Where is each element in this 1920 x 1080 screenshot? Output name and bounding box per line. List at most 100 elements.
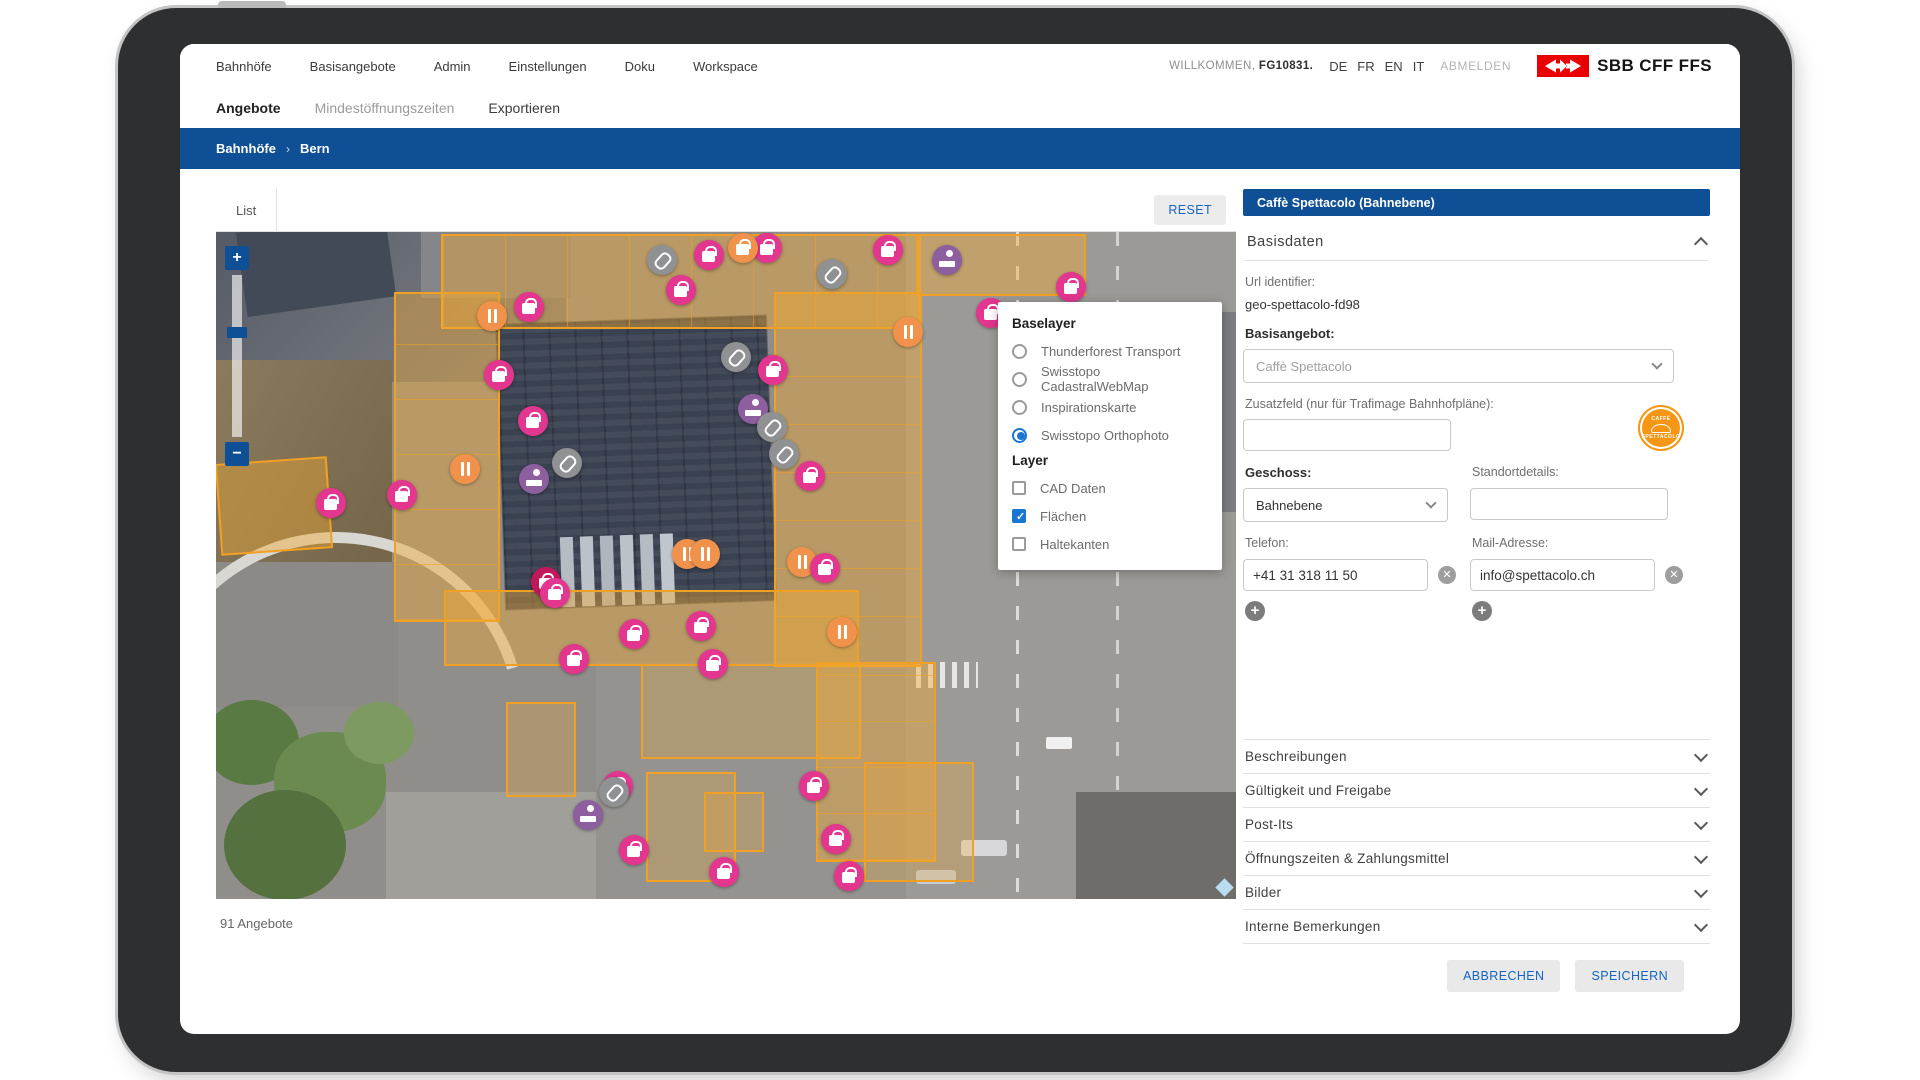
accordion-gueltigkeit[interactable]: Gültigkeit und Freigabe bbox=[1243, 773, 1710, 807]
nav-doku[interactable]: Doku bbox=[625, 59, 655, 74]
map-marker-clip[interactable] bbox=[721, 342, 751, 372]
basisangebot-select[interactable]: Caffè Spettacolo bbox=[1243, 349, 1674, 383]
map-marker-fork[interactable] bbox=[477, 301, 507, 331]
standortdetails-input[interactable] bbox=[1470, 488, 1668, 520]
map-marker-clip[interactable] bbox=[757, 412, 787, 442]
baselayer-option[interactable]: Inspirationskarte bbox=[1012, 393, 1208, 421]
map-marker-bag[interactable] bbox=[694, 240, 724, 270]
baselayer-option[interactable]: Swisstopo CadastralWebMap bbox=[1012, 365, 1208, 393]
map-marker-bag[interactable] bbox=[834, 861, 864, 891]
baselayer-option[interactable]: Thunderforest Transport bbox=[1012, 337, 1208, 365]
map-marker-bag[interactable] bbox=[559, 644, 589, 674]
list-tab[interactable]: List bbox=[216, 189, 277, 231]
layer-option[interactable]: Haltekanten bbox=[1012, 530, 1208, 558]
layer-option[interactable]: Flächen bbox=[1012, 502, 1208, 530]
map-marker-fork[interactable] bbox=[690, 539, 720, 569]
map-marker-clip[interactable] bbox=[769, 439, 799, 469]
map-marker-clip[interactable] bbox=[552, 448, 582, 478]
map-marker-fork[interactable] bbox=[827, 617, 857, 647]
radio-icon[interactable] bbox=[1012, 400, 1027, 415]
lang-en[interactable]: EN bbox=[1385, 59, 1403, 74]
map-marker-bag[interactable] bbox=[698, 649, 728, 679]
map-marker-fork[interactable] bbox=[450, 454, 480, 484]
tab-angebote[interactable]: Angebote bbox=[216, 100, 281, 116]
map-marker-bag[interactable] bbox=[619, 835, 649, 865]
tab-mindestoeffnungszeiten[interactable]: Mindestöffnungszeiten bbox=[315, 100, 455, 116]
baselayer-option[interactable]: Swisstopo Orthophoto bbox=[1012, 421, 1208, 449]
lang-it[interactable]: IT bbox=[1413, 59, 1425, 74]
map-marker-bag[interactable] bbox=[795, 461, 825, 491]
map-marker-bag[interactable] bbox=[518, 406, 548, 436]
mail-input[interactable] bbox=[1470, 559, 1655, 591]
checkbox-icon[interactable] bbox=[1012, 509, 1026, 523]
add-telefon-button[interactable] bbox=[1245, 601, 1265, 621]
radio-icon[interactable] bbox=[1012, 344, 1027, 359]
save-button[interactable]: SPEICHERN bbox=[1575, 960, 1684, 992]
map-marker-bag[interactable] bbox=[619, 619, 649, 649]
geschoss-select[interactable]: Bahnebene bbox=[1243, 488, 1448, 522]
breadcrumb-bahnhoefe[interactable]: Bahnhöfe bbox=[216, 141, 276, 156]
map-marker-bag[interactable] bbox=[387, 480, 417, 510]
map-marker-bag[interactable] bbox=[514, 292, 544, 322]
tab-exportieren[interactable]: Exportieren bbox=[488, 100, 560, 116]
map-marker-bag[interactable] bbox=[810, 553, 840, 583]
panel-title: Caffè Spettacolo (Bahnebene) bbox=[1243, 189, 1710, 216]
map-marker-fork[interactable] bbox=[893, 317, 923, 347]
checkbox-icon[interactable] bbox=[1012, 537, 1026, 551]
map-marker-bag[interactable] bbox=[1056, 272, 1086, 302]
map-marker-clip[interactable] bbox=[647, 245, 677, 275]
clear-mail-icon[interactable] bbox=[1665, 566, 1683, 584]
nav-basisangebote[interactable]: Basisangebote bbox=[310, 59, 396, 74]
nav-admin[interactable]: Admin bbox=[434, 59, 471, 74]
cancel-button[interactable]: ABBRECHEN bbox=[1447, 960, 1560, 992]
map-marker-bag[interactable] bbox=[758, 355, 788, 385]
nav-workspace[interactable]: Workspace bbox=[693, 59, 758, 74]
logout-link[interactable]: ABMELDEN bbox=[1440, 59, 1511, 73]
map-marker-desk[interactable] bbox=[932, 245, 962, 275]
zoom-slider-handle[interactable] bbox=[227, 327, 247, 338]
map-marker-bag[interactable] bbox=[686, 611, 716, 641]
accordion-oeffnungszeiten[interactable]: Öffnungszeiten & Zahlungsmittel bbox=[1243, 841, 1710, 875]
mail-label: Mail-Adresse: bbox=[1472, 536, 1683, 550]
map-marker-desk[interactable] bbox=[573, 800, 603, 830]
welcome-text: WILLKOMMEN, FG10831. bbox=[1169, 60, 1313, 72]
add-mail-button[interactable] bbox=[1472, 601, 1492, 621]
baselayer-option-label: Thunderforest Transport bbox=[1041, 344, 1180, 359]
map-marker-bag[interactable] bbox=[666, 275, 696, 305]
map-marker-bag[interactable] bbox=[821, 824, 851, 854]
map-marker-bago[interactable] bbox=[728, 233, 758, 263]
accordion-beschreibungen[interactable]: Beschreibungen bbox=[1243, 739, 1710, 773]
accordion-interne-bemerkungen[interactable]: Interne Bemerkungen bbox=[1243, 909, 1710, 944]
baselayer-option-label: Inspirationskarte bbox=[1041, 400, 1136, 415]
nav-bahnhoefe[interactable]: Bahnhöfe bbox=[216, 59, 272, 74]
map-canvas[interactable]: + − Baselayer Thunderforest TransportSwi… bbox=[216, 232, 1236, 899]
map-marker-bag[interactable] bbox=[540, 578, 570, 608]
map-marker-bag[interactable] bbox=[873, 235, 903, 265]
map-marker-bag[interactable] bbox=[709, 857, 739, 887]
section-basisdaten[interactable]: Basisdaten bbox=[1245, 226, 1708, 261]
map-marker-bag[interactable] bbox=[799, 771, 829, 801]
clear-telefon-icon[interactable] bbox=[1438, 566, 1456, 584]
radio-icon[interactable] bbox=[1012, 372, 1027, 387]
checkbox-icon[interactable] bbox=[1012, 481, 1026, 495]
map-marker-desk[interactable] bbox=[519, 464, 549, 494]
layer-option[interactable]: CAD Daten bbox=[1012, 474, 1208, 502]
reset-button[interactable]: RESET bbox=[1154, 195, 1226, 225]
zoom-in-button[interactable]: + bbox=[225, 246, 249, 270]
lang-de[interactable]: DE bbox=[1329, 59, 1347, 74]
map-marker-clip[interactable] bbox=[817, 259, 847, 289]
map-marker-clip[interactable] bbox=[599, 777, 629, 807]
nav-einstellungen[interactable]: Einstellungen bbox=[509, 59, 587, 74]
zusatzfeld-input[interactable] bbox=[1243, 419, 1451, 451]
radio-icon[interactable] bbox=[1012, 428, 1027, 443]
chevron-down-icon bbox=[1425, 497, 1436, 508]
layer-option-label: Flächen bbox=[1040, 509, 1086, 524]
accordion-bilder[interactable]: Bilder bbox=[1243, 875, 1710, 909]
map-marker-bag[interactable] bbox=[484, 360, 514, 390]
zoom-slider-track[interactable] bbox=[232, 275, 242, 437]
map-marker-bag[interactable] bbox=[316, 488, 346, 518]
accordion-post-its[interactable]: Post-Its bbox=[1243, 807, 1710, 841]
lang-fr[interactable]: FR bbox=[1357, 59, 1374, 74]
telefon-input[interactable] bbox=[1243, 559, 1428, 591]
zoom-out-button[interactable]: − bbox=[225, 442, 249, 466]
